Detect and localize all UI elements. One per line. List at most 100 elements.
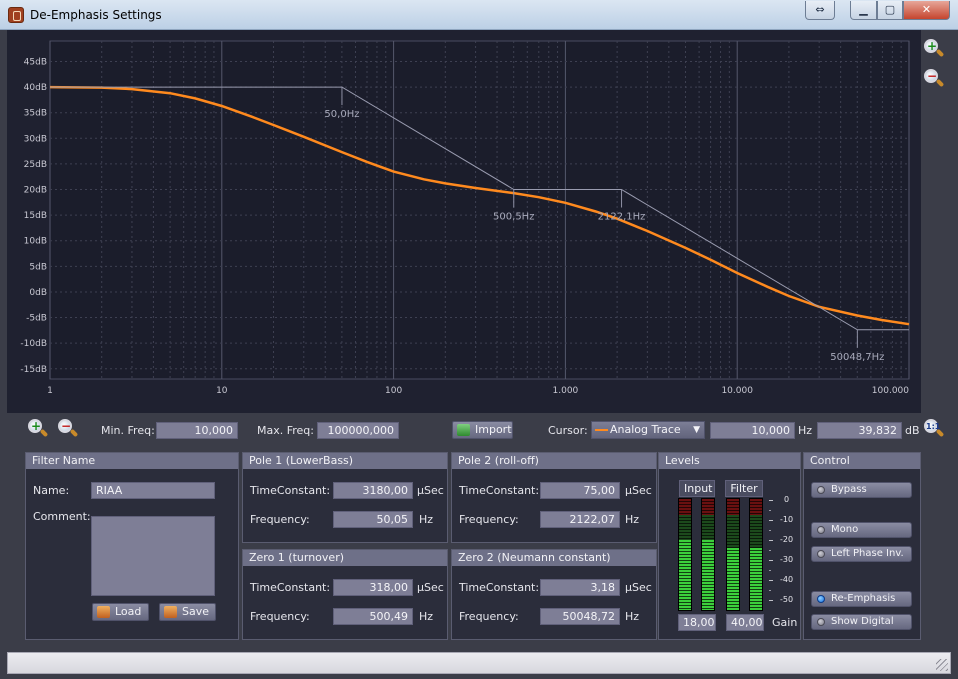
corner-frequency-label: 50,0Hz bbox=[324, 109, 359, 120]
filter-name-panel: Filter Name Name: RIAA Comment: Load Sav… bbox=[25, 452, 239, 640]
panel-heading: Pole 1 (LowerBass) bbox=[243, 453, 447, 469]
level-scale-0: 0 bbox=[784, 495, 790, 504]
panel-heading: Pole 2 (roll-off) bbox=[452, 453, 656, 469]
pole1-tc-input[interactable]: 3180,00 bbox=[333, 482, 413, 499]
corner-frequency-label: 2122,1Hz bbox=[598, 212, 646, 223]
resize-grip-icon[interactable] bbox=[936, 659, 948, 671]
level-scale-30: -30 bbox=[780, 555, 794, 564]
x-tick-label: 10.000 bbox=[721, 386, 753, 396]
zero1-tc-label: TimeConstant: bbox=[250, 581, 331, 594]
minimize-button[interactable]: ▁ bbox=[850, 1, 877, 20]
x-tick-label: 1 bbox=[47, 386, 53, 396]
level-scale-40: -40 bbox=[780, 575, 794, 584]
import-label: Import bbox=[475, 423, 512, 436]
y-tick-label: 0dB bbox=[29, 288, 47, 298]
load-button[interactable]: Load bbox=[92, 603, 149, 621]
input-gain-input[interactable]: 18,00 bbox=[678, 614, 716, 631]
frequency-response-plot[interactable]: 1 10 100 1.000 10.000 100.000 45dB 40dB 35dB 30dB… bbox=[7, 30, 921, 413]
zero1-freq-label: Frequency: bbox=[250, 610, 310, 623]
pole1-tc-label: TimeConstant: bbox=[250, 484, 331, 497]
cursor-trace-value: Analog Trace bbox=[610, 423, 681, 436]
y-tick-label: -5dB bbox=[26, 314, 47, 324]
min-freq-label: Min. Freq: bbox=[101, 424, 155, 437]
mono-label: Mono bbox=[831, 524, 859, 535]
show-digital-label: Show Digital bbox=[831, 616, 894, 627]
filter-gain-input[interactable]: 40,00 bbox=[726, 614, 764, 631]
max-freq-label: Max. Freq: bbox=[257, 424, 314, 437]
zero1-freq-unit: Hz bbox=[419, 610, 434, 623]
pole1-panel: Pole 1 (LowerBass) TimeConstant: 3180,00… bbox=[242, 452, 448, 543]
cursor-trace-dropdown[interactable]: Analog Trace ▼ bbox=[591, 421, 705, 439]
y-tick-label: -15dB bbox=[20, 365, 47, 375]
zoom-in-icon[interactable]: + bbox=[923, 38, 945, 60]
zero1-tc-input[interactable]: 318,00 bbox=[333, 579, 413, 596]
show-digital-button[interactable]: Show Digital bbox=[811, 614, 912, 630]
maximize-button[interactable]: ▢ bbox=[877, 1, 903, 20]
plot-svg[interactable]: 1 10 100 1.000 10.000 100.000 45dB 40dB 35dB 30dB… bbox=[7, 30, 921, 413]
x-tick-label: 100 bbox=[385, 386, 402, 396]
chevron-down-icon: ▼ bbox=[693, 425, 700, 435]
zoom-reset-icon[interactable]: 1:1 bbox=[923, 418, 945, 440]
zero1-panel: Zero 1 (turnover) TimeConstant: 318,00 µ… bbox=[242, 549, 448, 640]
max-freq-input[interactable]: 100000,000 bbox=[317, 422, 399, 439]
pole2-freq-input[interactable]: 2122,07 bbox=[540, 511, 620, 528]
zero2-tc-unit: µSec bbox=[625, 581, 652, 594]
show-digital-led-icon bbox=[817, 618, 825, 626]
pole1-freq-label: Frequency: bbox=[250, 513, 310, 526]
zero1-freq-input[interactable]: 500,49 bbox=[333, 608, 413, 625]
import-button[interactable]: Import bbox=[452, 421, 513, 439]
x-tick-label: 1.000 bbox=[553, 386, 579, 396]
panel-heading: Filter Name bbox=[26, 453, 238, 469]
cursor-freq-input[interactable]: 10,000 bbox=[710, 422, 795, 439]
resize-toggle-icon[interactable]: ⇔ bbox=[805, 1, 835, 20]
plot-area bbox=[49, 40, 910, 380]
pole2-panel: Pole 2 (roll-off) TimeConstant: 75,00 µS… bbox=[451, 452, 657, 543]
zero2-tc-label: TimeConstant: bbox=[459, 581, 540, 594]
mono-button[interactable]: Mono bbox=[811, 522, 912, 538]
level-scale-10: -10 bbox=[780, 515, 794, 524]
left-phase-inv-button[interactable]: Left Phase Inv. bbox=[811, 546, 912, 562]
cursor-freq-unit: Hz bbox=[798, 424, 813, 437]
save-label: Save bbox=[182, 605, 210, 618]
pole1-freq-unit: Hz bbox=[419, 513, 434, 526]
app-icon bbox=[8, 7, 24, 23]
y-tick-label: 25dB bbox=[24, 160, 47, 170]
pole2-tc-unit: µSec bbox=[625, 484, 652, 497]
cursor-db-input[interactable]: 39,832 bbox=[817, 422, 902, 439]
levels-panel: Levels Input Filter 0 -10 -20 -30 -40 -5… bbox=[658, 452, 801, 640]
freq-zoom-in-icon[interactable]: + bbox=[27, 418, 49, 440]
comment-textarea[interactable] bbox=[91, 516, 215, 596]
min-freq-input[interactable]: 10,000 bbox=[156, 422, 238, 439]
zero2-tc-input[interactable]: 3,18 bbox=[540, 579, 620, 596]
left-phase-led-icon bbox=[817, 550, 825, 558]
title-bar: De-Emphasis Settings ⇔ ▁ ▢ ✕ bbox=[0, 0, 958, 30]
re-emphasis-led-icon bbox=[817, 595, 825, 603]
panel-heading: Levels bbox=[659, 453, 800, 469]
panel-heading: Control bbox=[804, 453, 920, 469]
save-button[interactable]: Save bbox=[159, 603, 216, 621]
trace-color-swatch bbox=[595, 429, 608, 431]
zero2-freq-label: Frequency: bbox=[459, 610, 519, 623]
mono-led-icon bbox=[817, 526, 825, 534]
pole2-tc-label: TimeConstant: bbox=[459, 484, 540, 497]
pole1-freq-input[interactable]: 50,05 bbox=[333, 511, 413, 528]
corner-frequency-label: 500,5Hz bbox=[493, 212, 534, 223]
re-emphasis-button[interactable]: Re-Emphasis bbox=[811, 591, 912, 607]
freq-zoom-out-icon[interactable]: − bbox=[57, 418, 79, 440]
load-icon bbox=[97, 606, 110, 618]
bypass-button[interactable]: Bypass bbox=[811, 482, 912, 498]
input-right-meter bbox=[701, 498, 715, 611]
gain-label: Gain bbox=[772, 616, 798, 629]
panel-heading: Zero 1 (turnover) bbox=[243, 550, 447, 566]
cursor-db-unit: dB bbox=[905, 424, 920, 437]
filter-name-input[interactable]: RIAA bbox=[91, 482, 215, 499]
pole2-tc-input[interactable]: 75,00 bbox=[540, 482, 620, 499]
zero2-freq-unit: Hz bbox=[625, 610, 640, 623]
zero2-freq-input[interactable]: 50048,72 bbox=[540, 608, 620, 625]
close-button[interactable]: ✕ bbox=[903, 1, 950, 20]
filter-left-meter bbox=[726, 498, 740, 611]
y-tick-label: 30dB bbox=[24, 134, 47, 144]
zero1-tc-unit: µSec bbox=[417, 581, 444, 594]
zoom-out-icon[interactable]: − bbox=[923, 68, 945, 90]
cursor-label: Cursor: bbox=[548, 424, 588, 437]
